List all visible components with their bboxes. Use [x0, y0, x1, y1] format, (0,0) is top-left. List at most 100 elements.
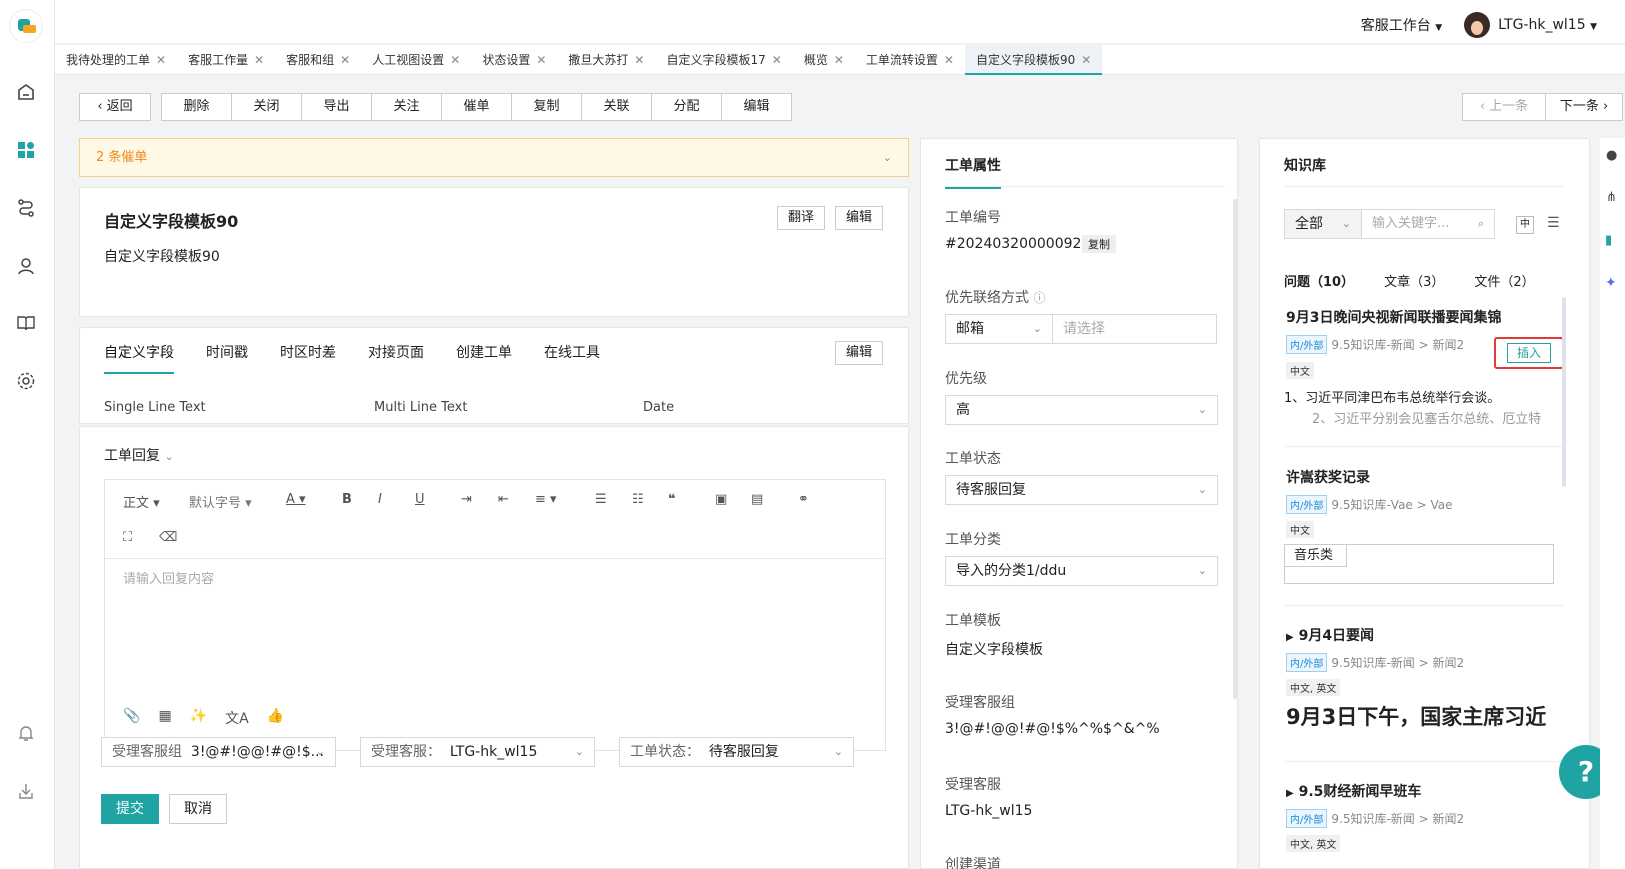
- sparkle-icon[interactable]: ✦: [1605, 275, 1617, 291]
- close-icon[interactable]: ✕: [536, 53, 546, 67]
- magic-icon[interactable]: ✨: [190, 708, 207, 728]
- kb-item-title[interactable]: 9月3日晚间央视新闻联播要闻集锦: [1286, 307, 1501, 327]
- bullet-list-icon[interactable]: ☰: [595, 492, 607, 507]
- tab-create-ticket[interactable]: 创建工单: [456, 342, 512, 374]
- eraser-icon[interactable]: ⌫: [159, 530, 177, 545]
- reply-title[interactable]: 工单回复 ⌄: [104, 445, 174, 465]
- kb-filter-select[interactable]: 全部 ⌄: [1284, 209, 1362, 239]
- urge-alert[interactable]: 2 条催单 ⌄: [79, 138, 909, 177]
- tab-custom-fields[interactable]: 自定义字段: [104, 342, 174, 374]
- tab-9[interactable]: 自定义字段模板90 ✕: [964, 45, 1103, 75]
- kb-item-title[interactable]: ▶ 9.5财经新闻早班车: [1286, 781, 1421, 801]
- group-select[interactable]: 受理客服组 3!@#!@@!#@!$... ⌄: [101, 737, 336, 767]
- kb-item-title[interactable]: ▶ 9月4日要闻: [1286, 625, 1374, 645]
- kb-tab-files[interactable]: 文件（2）: [1474, 271, 1534, 290]
- edit-button[interactable]: 编辑: [721, 93, 792, 121]
- copy-id-button[interactable]: 复制: [1082, 235, 1116, 253]
- translate-icon[interactable]: 文A: [225, 708, 249, 728]
- tab-online-tools[interactable]: 在线工具: [544, 342, 600, 374]
- template-icon[interactable]: ▦: [158, 708, 171, 728]
- assign-button[interactable]: 分配: [651, 93, 722, 121]
- back-button[interactable]: ‹ 返回: [79, 93, 151, 121]
- delete-button[interactable]: 删除: [161, 93, 232, 121]
- font-color-icon[interactable]: A ▾: [286, 492, 306, 507]
- cancel-button[interactable]: 取消: [169, 794, 227, 824]
- ordered-list-icon[interactable]: ☷: [632, 492, 644, 507]
- kb-item-title[interactable]: 许嵩获奖记录: [1286, 467, 1370, 487]
- close-icon[interactable]: ✕: [634, 53, 644, 67]
- kb-scrollbar[interactable]: [1562, 297, 1566, 487]
- tree-icon[interactable]: ⋔: [1606, 190, 1617, 205]
- user-icon[interactable]: [13, 253, 39, 279]
- tab-0[interactable]: 我待处理的工单 ✕: [55, 45, 177, 75]
- tab-integration[interactable]: 对接页面: [368, 342, 424, 374]
- person-icon[interactable]: ●: [1606, 148, 1617, 163]
- tab-7[interactable]: 概览 ✕: [793, 45, 855, 75]
- urge-button[interactable]: 催单: [441, 93, 512, 121]
- attachment-icon[interactable]: 📎: [123, 708, 140, 728]
- book-icon[interactable]: ▮: [1605, 233, 1612, 248]
- close-button[interactable]: 关闭: [231, 93, 302, 121]
- tab-6[interactable]: 自定义字段模板17 ✕: [655, 45, 792, 75]
- indent-icon[interactable]: ⇥: [461, 492, 472, 507]
- kb-tab-questions[interactable]: 问题（10）: [1284, 271, 1354, 290]
- category-select[interactable]: 导入的分类1/ddu ⌄: [945, 556, 1218, 586]
- workspace-switcher[interactable]: 客服工作台 ▼: [1361, 15, 1442, 35]
- tab-5[interactable]: 撒旦大苏打 ✕: [557, 45, 655, 75]
- kb-search-input[interactable]: 输入关键字... ⌕: [1361, 209, 1495, 239]
- font-size-select[interactable]: 默认字号 ▾: [189, 492, 252, 511]
- prop-status-select[interactable]: 待客服回复 ⌄: [945, 475, 1218, 505]
- thumbs-up-icon[interactable]: 👍: [267, 708, 284, 728]
- close-icon[interactable]: ✕: [156, 53, 166, 67]
- close-icon[interactable]: ✕: [450, 53, 460, 67]
- flow-icon[interactable]: [13, 195, 39, 221]
- ticket-edit-button[interactable]: 编辑: [835, 206, 883, 230]
- download-icon[interactable]: [13, 778, 39, 804]
- bold-icon[interactable]: B: [342, 492, 352, 507]
- bell-icon[interactable]: [13, 720, 39, 746]
- close-icon[interactable]: ✕: [772, 53, 782, 67]
- agent-select[interactable]: 受理客服： LTG-hk_wl15 ⌄: [360, 737, 595, 767]
- close-icon[interactable]: ✕: [1081, 53, 1091, 67]
- prev-button[interactable]: ‹ 上一条: [1462, 93, 1546, 121]
- tab-1[interactable]: 客服工作量 ✕: [177, 45, 275, 75]
- insert-button[interactable]: 插入: [1507, 343, 1551, 363]
- paragraph-select[interactable]: 正文 ▾: [123, 492, 160, 511]
- props-scrollbar[interactable]: [1233, 199, 1237, 699]
- follow-button[interactable]: 关注: [371, 93, 442, 121]
- kb-tab-articles[interactable]: 文章（3）: [1384, 271, 1444, 290]
- submit-button[interactable]: 提交: [101, 794, 159, 824]
- underline-icon[interactable]: U: [415, 492, 425, 507]
- contact-value-select[interactable]: 请选择: [1052, 314, 1217, 344]
- link-icon[interactable]: ⚭: [798, 492, 809, 507]
- priority-select[interactable]: 高 ⌄: [945, 395, 1218, 425]
- status-select[interactable]: 工单状态： 待客服回复 ⌄: [619, 737, 854, 767]
- close-icon[interactable]: ✕: [254, 53, 264, 67]
- video-icon[interactable]: ▤: [751, 492, 763, 507]
- fields-edit-button[interactable]: 编辑: [835, 341, 883, 365]
- user-menu[interactable]: LTG-hk_wl15 ▼: [1464, 12, 1597, 38]
- close-icon[interactable]: ✕: [944, 53, 954, 67]
- book-icon[interactable]: [13, 310, 39, 336]
- lang-toggle-button[interactable]: 中: [1516, 216, 1534, 234]
- export-button[interactable]: 导出: [301, 93, 372, 121]
- settings-icon[interactable]: [13, 368, 39, 394]
- tab-4[interactable]: 状态设置 ✕: [471, 45, 557, 75]
- home-icon[interactable]: [13, 79, 39, 105]
- close-icon[interactable]: ✕: [340, 53, 350, 67]
- tab-3[interactable]: 人工视图设置 ✕: [361, 45, 471, 75]
- contact-type-select[interactable]: 邮箱 ⌄: [945, 314, 1053, 344]
- quote-icon[interactable]: ❝: [668, 492, 676, 507]
- image-icon[interactable]: ▣: [715, 492, 727, 507]
- list-view-icon[interactable]: ☰: [1547, 215, 1560, 231]
- dashboard-icon[interactable]: [13, 137, 39, 163]
- reply-placeholder[interactable]: 请输入回复内容: [123, 568, 214, 587]
- copy-button[interactable]: 复制: [511, 93, 582, 121]
- tab-timezone[interactable]: 时区时差: [280, 342, 336, 374]
- link-button[interactable]: 关联: [581, 93, 652, 121]
- align-icon[interactable]: ≡ ▾: [535, 492, 557, 507]
- tab-2[interactable]: 客服和组 ✕: [275, 45, 361, 75]
- translate-button[interactable]: 翻译: [777, 206, 825, 230]
- tab-timestamp[interactable]: 时间戳: [206, 342, 248, 374]
- app-logo[interactable]: [9, 9, 43, 43]
